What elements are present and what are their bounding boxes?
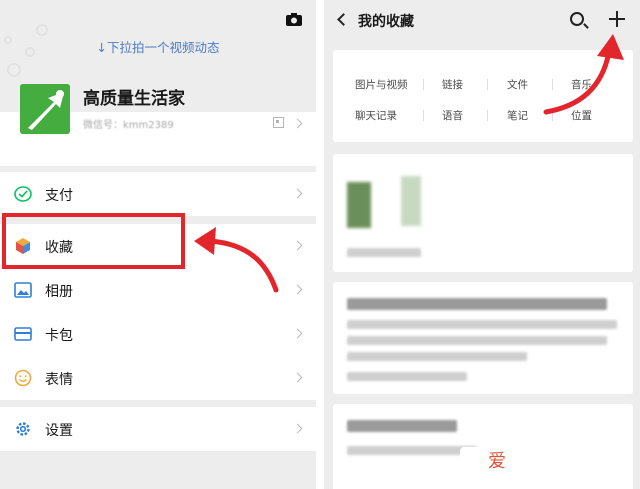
wechat-id: 微信号：kmm2389 — [83, 120, 174, 131]
category-voice[interactable]: 语音 — [442, 108, 463, 123]
menu-item-label: 卡包 — [45, 328, 73, 344]
watermark-brand: 爱 — [488, 451, 506, 472]
avatar[interactable] — [20, 84, 70, 134]
divider — [423, 110, 424, 121]
category-chat-history[interactable]: 聊天记录 — [355, 108, 397, 123]
favorite-item[interactable] — [333, 282, 633, 394]
blurred-title — [347, 420, 457, 432]
avatar-arrow-logo-icon — [20, 84, 70, 134]
sticker-smile-icon — [14, 369, 32, 387]
nav-bar: 我的收藏 — [324, 0, 640, 40]
menu-item-label: 表情 — [45, 372, 73, 388]
menu-item-label: 相册 — [45, 284, 73, 300]
category-music[interactable]: 音乐 — [571, 77, 592, 92]
divider — [487, 79, 488, 90]
settings-gear-icon — [16, 422, 30, 436]
qr-code-icon[interactable] — [273, 117, 284, 128]
menu-item-card-wallet[interactable]: 卡包 — [0, 312, 316, 356]
watermark-text: 创根知识网 — [506, 451, 596, 472]
my-favorites-page: 我的收藏 图片与视频 链接 文件 音乐 聊天记录 语音 笔记 位置 — [324, 0, 640, 489]
watermark: 爱创根知识网 — [488, 447, 596, 473]
chevron-right-icon — [292, 240, 303, 251]
category-filter-card: 图片与视频 链接 文件 音乐 聊天记录 语音 笔记 位置 — [333, 50, 633, 142]
pull-down-video-hint[interactable]: ↓下拉拍一个视频动态 — [0, 37, 316, 56]
screenshot-composite: ↓下拉拍一个视频动态 高质量生活家 微信号：kmm2389 支付 收藏 相册 卡… — [0, 0, 640, 489]
category-files[interactable]: 文件 — [507, 77, 528, 92]
favorites-highlight-box — [2, 213, 185, 269]
menu-item-stickers[interactable]: 表情 — [0, 356, 316, 400]
chevron-right-icon — [292, 328, 303, 339]
divider — [552, 79, 553, 90]
watermark-logo-icon — [460, 447, 486, 473]
divider — [552, 110, 553, 121]
search-icon[interactable] — [570, 12, 584, 26]
blurred-text — [347, 336, 607, 345]
category-images-videos[interactable]: 图片与视频 — [355, 77, 408, 92]
favorite-item[interactable] — [333, 154, 633, 272]
category-links[interactable]: 链接 — [442, 77, 463, 92]
divider — [423, 79, 424, 90]
category-location[interactable]: 位置 — [571, 108, 592, 123]
blurred-thumbnail — [401, 176, 421, 226]
chevron-right-icon — [292, 188, 303, 199]
blurred-meta — [347, 446, 477, 455]
add-plus-icon[interactable] — [609, 11, 625, 27]
menu-item-label: 设置 — [45, 423, 73, 439]
menu-item-album[interactable]: 相册 — [0, 268, 316, 312]
card-wallet-icon — [14, 327, 32, 341]
nickname: 高质量生活家 — [83, 89, 185, 109]
wechat-pay-icon — [14, 186, 32, 202]
camera-icon[interactable] — [286, 13, 302, 26]
chevron-right-icon — [292, 372, 303, 383]
blurred-title — [347, 298, 607, 310]
blurred-meta — [347, 372, 467, 381]
chevron-right-icon — [292, 284, 303, 295]
menu-item-pay[interactable]: 支付 — [0, 172, 316, 216]
blurred-thumbnail — [347, 182, 371, 228]
menu-item-settings[interactable]: 设置 — [0, 407, 316, 451]
back-arrow-icon[interactable] — [337, 13, 350, 26]
blurred-meta — [347, 248, 421, 257]
wechat-me-page: ↓下拉拍一个视频动态 高质量生活家 微信号：kmm2389 支付 收藏 相册 卡… — [0, 0, 316, 489]
page-title: 我的收藏 — [358, 14, 414, 30]
blurred-text — [347, 320, 617, 329]
chevron-right-icon — [292, 423, 303, 434]
category-notes[interactable]: 笔记 — [507, 108, 528, 123]
divider — [487, 110, 488, 121]
album-icon — [14, 282, 32, 298]
menu-item-label: 支付 — [45, 188, 73, 204]
blurred-text — [347, 352, 527, 361]
